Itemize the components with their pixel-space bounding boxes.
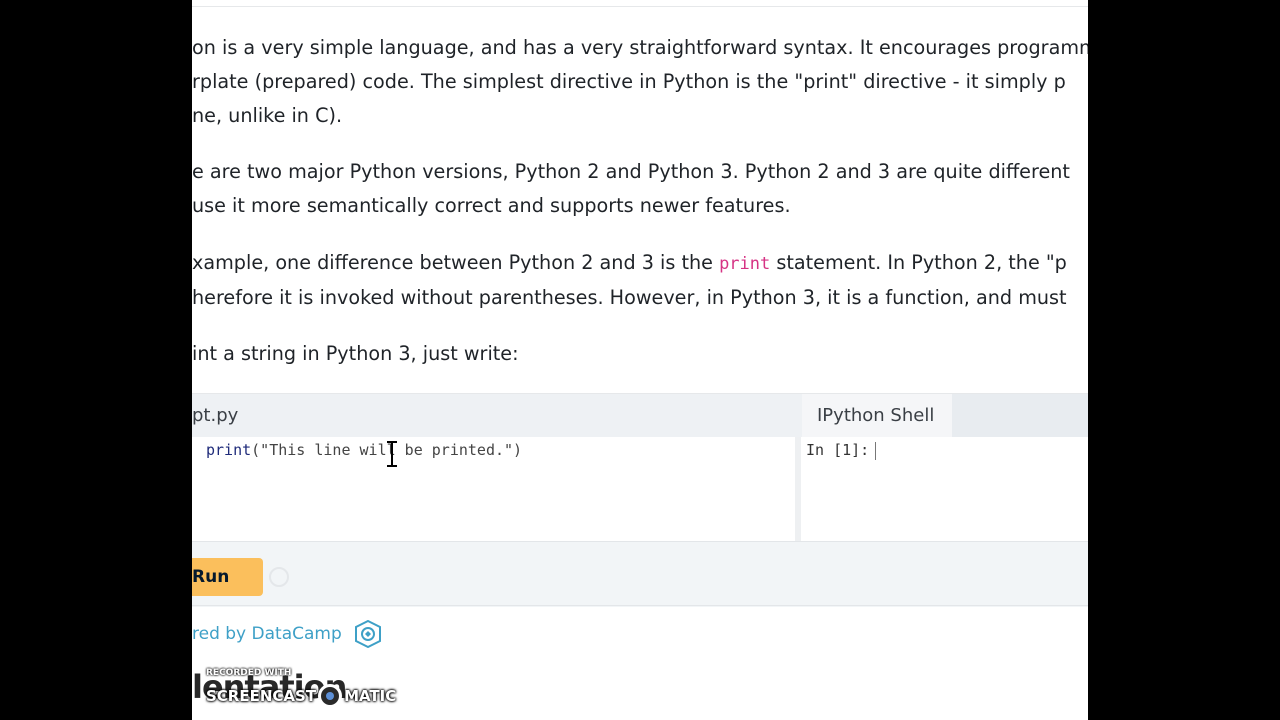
text-caret [875,441,877,460]
paragraph-line: herefore it is invoked without parenthes… [192,286,1067,309]
paragraph-line: on is a very simple language, and has a … [192,36,1088,59]
paragraph-intro: on is a very simple language, and has a … [192,31,1088,133]
script-editor[interactable]: print("This line will be printed.") [192,437,795,541]
text-segment: xample, one difference between Python 2 … [192,251,720,274]
watermark-caption: RECORDED WITH [206,668,292,678]
editor-controls: Run [192,541,1088,607]
watermark-brand-right: MATIC [344,687,397,705]
inline-code-print: print [719,254,771,274]
tutorial-page: on is a very simple language, and has a … [192,0,1088,720]
paragraph-line: e are two major Python versions, Python … [192,160,1070,183]
editor-tabbar: pt.py IPython Shell [192,394,1088,437]
powered-by-link[interactable]: red by DataCamp [192,619,382,649]
tabbar-filler [952,394,1088,437]
powered-by-text[interactable]: red by DataCamp [192,624,342,644]
tab-script[interactable]: pt.py [192,394,258,437]
paragraph-versions: e are two major Python versions, Python … [192,155,1088,223]
tab-ipython-shell[interactable]: IPython Shell [802,394,952,437]
loading-spinner-icon [269,567,289,587]
text-segment: statement. In Python 2, the "p [770,251,1067,274]
shell-prompt: In [1]: [806,439,877,461]
run-button[interactable]: Run [192,558,263,596]
watermark-brand: SCREENCAST MATIC [206,684,396,708]
screencast-watermark: lentation RECORDED WITH SCREENCAST MATIC [192,660,612,720]
paragraph-instruction: int a string in Python 3, just write: [192,337,1088,371]
top-divider [192,6,1088,7]
paragraph-line: use it more semantically correct and sup… [192,194,791,217]
code-keyword: print [206,441,252,459]
paragraph-line: xample, one difference between Python 2 … [192,246,1088,281]
paragraph-line: rplate (prepared) code. The simplest dir… [192,70,1066,93]
text-cursor-icon [384,440,400,468]
shell-prompt-label: In [1]: [806,441,870,459]
paragraph-print-difference: xample, one difference between Python 2 … [192,246,1088,315]
paragraph-line: int a string in Python 3, just write: [192,342,519,365]
camera-lens-icon [318,684,343,708]
ipython-shell[interactable]: In [1]: [801,437,1088,541]
code-line[interactable]: print("This line will be printed.") [206,439,522,461]
code-exercise-widget: pt.py IPython Shell print("This line wil… [192,393,1088,607]
paragraph-line: ne, unlike in C). [192,104,343,127]
footer-divider [192,605,1088,606]
watermark-brand-left: SCREENCAST [206,687,317,705]
datacamp-logo-icon [354,619,382,649]
